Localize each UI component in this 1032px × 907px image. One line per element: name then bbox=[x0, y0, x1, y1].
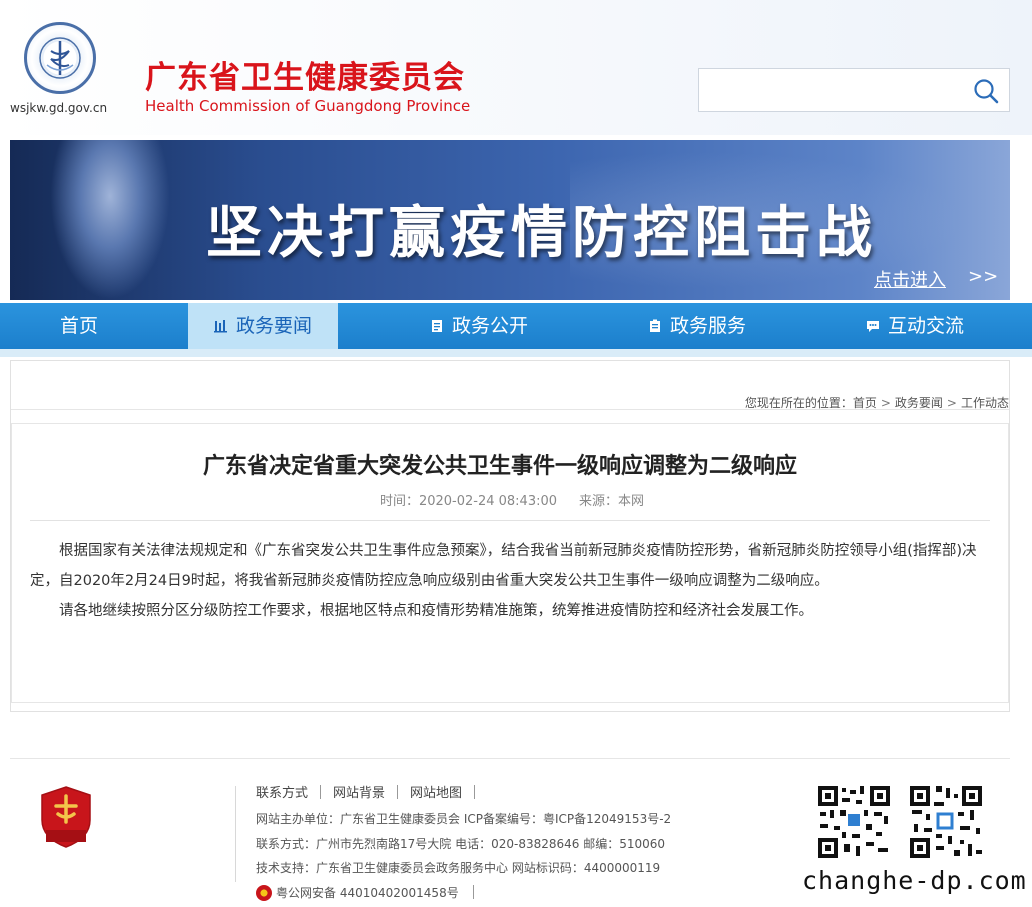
search-input[interactable] bbox=[709, 69, 973, 111]
nav-item-public-affairs[interactable]: 政务公开 bbox=[430, 303, 528, 349]
nav-item-label: 政务要闻 bbox=[235, 315, 312, 337]
breadcrumb-divider bbox=[11, 409, 1009, 410]
article-time: 时间：2020-02-24 08:43:00 bbox=[379, 494, 558, 509]
breadcrumb-separator: > bbox=[946, 396, 957, 410]
article-source: 来源：本网 bbox=[579, 494, 645, 509]
article-paragraph: 根据国家有关法律法规规定和《广东省突发公共卫生事件应急预案》，结合我省当前新冠肺… bbox=[30, 543, 977, 589]
footer-support-info: 技术支持：广东省卫生健康委员会政务服务中心 网站标识码：4400000119 bbox=[256, 861, 661, 875]
breadcrumb-news[interactable]: 政务要闻 bbox=[895, 396, 943, 410]
article-divider bbox=[30, 520, 990, 521]
breadcrumb-home[interactable]: 首页 bbox=[853, 396, 877, 410]
qr-code-icon bbox=[816, 784, 892, 860]
search-field[interactable] bbox=[698, 68, 1010, 112]
news-icon bbox=[213, 320, 227, 333]
breadcrumb-separator: > bbox=[880, 396, 891, 410]
banner-doctor-image bbox=[50, 140, 170, 300]
nav-item-label: 政务服务 bbox=[670, 315, 747, 337]
footer-link-contact[interactable]: 联系方式 bbox=[256, 786, 308, 801]
breadcrumb-prefix: 您现在所在的位置： bbox=[744, 396, 853, 410]
site-domain: wsjkw.gd.gov.cn bbox=[10, 101, 108, 115]
watermark: changhe-dp.com bbox=[802, 866, 1027, 895]
article-body: 根据国家有关法律法规规定和《广东省突发公共卫生事件应急预案》，结合我省当前新冠肺… bbox=[30, 536, 992, 626]
banner-enter-link[interactable]: 点击进入 bbox=[874, 266, 946, 292]
article-title: 广东省决定省重大突发公共卫生事件一级响应调整为二级响应 bbox=[202, 454, 797, 479]
nav-item-label: 互动交流 bbox=[888, 315, 965, 337]
clipboard-icon bbox=[650, 319, 660, 332]
nav-underline bbox=[0, 349, 1032, 357]
nav-item-label: 政务公开 bbox=[452, 315, 529, 337]
footer-divider bbox=[235, 786, 236, 882]
qr-code-mobile bbox=[908, 784, 984, 860]
epidemic-banner[interactable]: 坚决打赢疫情防控阻击战 点击进入 >> bbox=[10, 140, 1010, 300]
police-badge-icon bbox=[256, 885, 272, 901]
site-title-english: Health Commission of Guangdong Province bbox=[145, 97, 471, 115]
footer-link-background[interactable]: 网站背景 bbox=[333, 786, 385, 801]
nav-item-home[interactable]: 首页 bbox=[60, 303, 98, 349]
qr-code-wechat bbox=[816, 784, 892, 860]
chat-icon bbox=[867, 321, 879, 332]
search-button[interactable] bbox=[971, 76, 1001, 106]
footer-links: 联系方式 网站背景 网站地图 bbox=[256, 782, 487, 801]
document-icon bbox=[432, 320, 442, 332]
banner-title: 坚决打赢疫情防控阻击战 bbox=[206, 201, 877, 266]
party-government-icon bbox=[41, 786, 91, 848]
breadcrumb-work-updates[interactable]: 工作动态 bbox=[961, 396, 1009, 410]
party-government-badge[interactable] bbox=[40, 786, 92, 848]
nav-item-news[interactable]: 政务要闻 bbox=[188, 303, 338, 349]
footer-contact-info: 联系方式：广州市先烈南路17号大院 电话：020-83828646 邮编：510… bbox=[256, 837, 666, 851]
footer-link-sitemap[interactable]: 网站地图 bbox=[410, 786, 462, 801]
footer-host-info: 网站主办单位：广东省卫生健康委员会 ICP备案编号：粤ICP备12049153号… bbox=[256, 812, 672, 826]
article-meta: 时间：2020-02-24 08:43:00 来源：本网 bbox=[0, 490, 1024, 509]
caduceus-icon bbox=[39, 37, 81, 79]
nav-item-interaction[interactable]: 互动交流 bbox=[866, 303, 964, 349]
qr-code-icon bbox=[908, 784, 984, 860]
double-chevron-right-icon: >> bbox=[968, 266, 999, 287]
article-paragraph: 请各地继续按照分区分级防控工作要求，根据地区特点和疫情形势精准施策，统筹推进疫情… bbox=[59, 603, 813, 619]
search-icon bbox=[974, 79, 999, 104]
site-header: wsjkw.gd.gov.cn 广东省卫生健康委员会 Health Commis… bbox=[0, 0, 1032, 135]
main-nav: 首页 政务要闻 政务公开 政务服务 互动交流 bbox=[0, 303, 1032, 349]
nav-item-services[interactable]: 政务服务 bbox=[648, 303, 746, 349]
commission-logo-emblem[interactable] bbox=[24, 22, 96, 94]
nav-item-label: 首页 bbox=[60, 315, 99, 337]
footer-police-record[interactable]: 粤公网安备 44010402001458号 bbox=[256, 884, 474, 901]
site-title[interactable]: 广东省卫生健康委员会 bbox=[145, 52, 465, 97]
police-record-text: 粤公网安备 44010402001458号 bbox=[276, 886, 459, 900]
